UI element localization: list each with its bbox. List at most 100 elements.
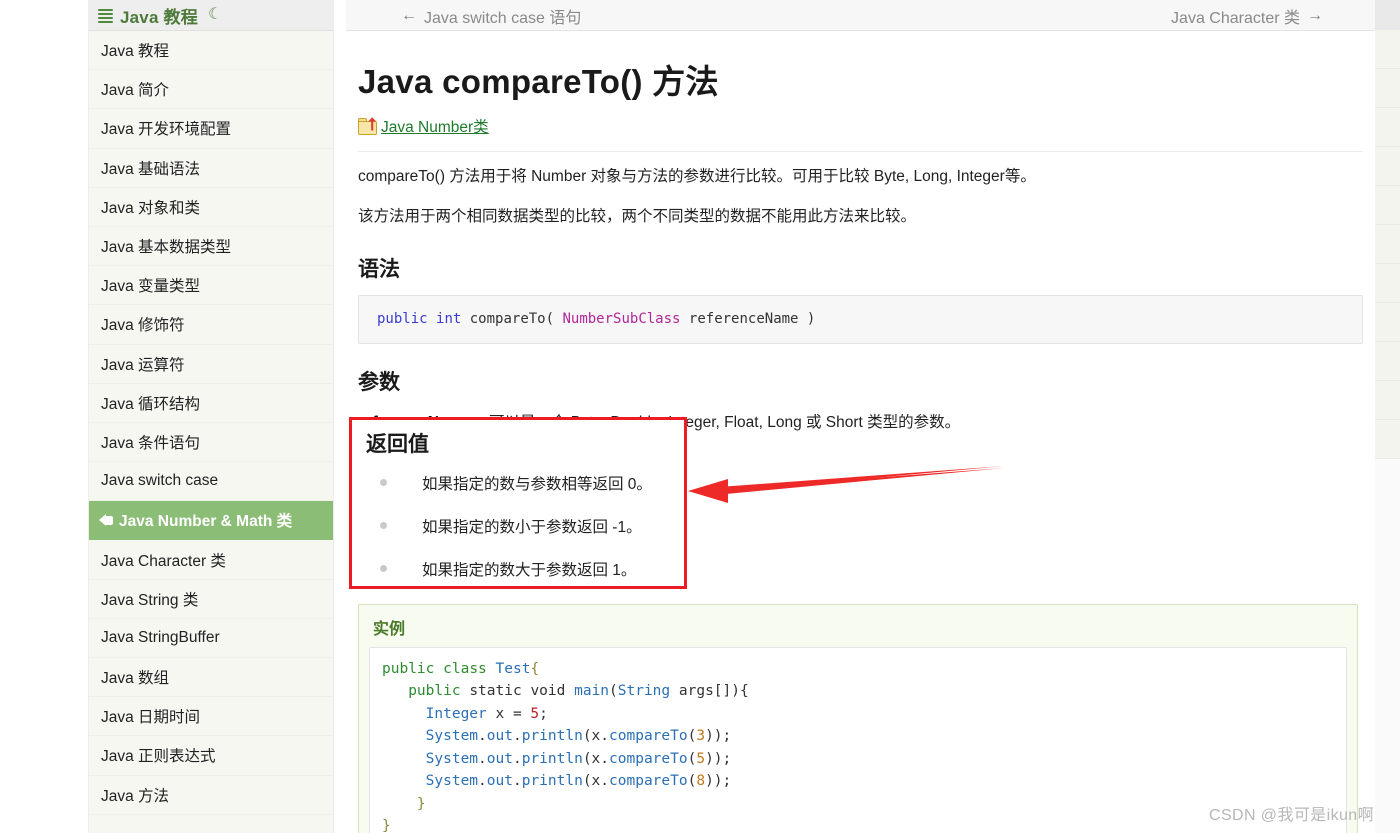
code-token: System xyxy=(425,773,479,790)
page-title: Java compareTo() 方法 xyxy=(358,63,719,100)
sidebar-nav-list: Java 教程 Java 简介 Java 开发环境配置 Java 基础语法 Java 对… xyxy=(88,31,334,833)
return-value-heading: 返回值 xyxy=(366,433,429,456)
syntax-code-block: public int compareTo( NumberSubClass ref… xyxy=(358,295,1363,344)
sidebar-item-4[interactable]: Java 对象和类 xyxy=(89,188,333,227)
code-token: void xyxy=(530,683,566,700)
sidebar-item-1[interactable]: Java 简介 xyxy=(89,70,333,110)
sidebar-item-label: Java StringBuffer xyxy=(101,628,220,646)
right-rail-row xyxy=(1375,264,1400,303)
code-token: . xyxy=(512,750,522,767)
code-token: compareTo xyxy=(609,750,688,767)
code-token: 8 xyxy=(696,773,706,790)
sidebar-item-5[interactable]: Java 基本数据类型 xyxy=(89,227,333,267)
sidebar-item-9[interactable]: Java 循环结构 xyxy=(89,384,333,423)
sidebar-item-label: Java switch case xyxy=(101,472,219,490)
code-token: . xyxy=(478,750,487,767)
sidebar-item-0[interactable]: Java 教程 xyxy=(89,31,333,71)
sidebar-item-11[interactable]: Java switch case xyxy=(89,462,333,502)
return-value-list: 如果指定的数与参数相等返回 0。 如果指定的数小于参数返回 -1。 如果指定的数大于… xyxy=(360,472,676,580)
sidebar-item-16[interactable]: Java 数组 xyxy=(89,658,333,698)
sidebar-item-14[interactable]: Java String 类 xyxy=(89,580,333,619)
sidebar-item-label: Java 运算符 xyxy=(101,356,185,374)
csdn-watermark: CSDN @我可是ikun啊 xyxy=(1209,807,1374,824)
nav-next-link[interactable]: Java Character 类 → xyxy=(1171,0,1323,31)
right-rail-row xyxy=(1375,420,1400,459)
intro-paragraph-2: 该方法用于两个相同数据类型的比较，两个不同类型的数据不能用此方法来比较。 xyxy=(358,207,917,225)
code-token: out xyxy=(486,750,513,767)
moon-icon[interactable]: ☾ xyxy=(208,7,222,23)
sidebar-header[interactable]: Java 教程 ☾ xyxy=(88,0,334,31)
sidebar-item-label: Java String 类 xyxy=(101,591,199,609)
sidebar-item-19[interactable]: Java 方法 xyxy=(89,776,333,815)
code-token: Integer xyxy=(425,705,487,722)
sidebar-item-13[interactable]: Java Character 类 xyxy=(89,540,333,580)
code-token: println xyxy=(521,750,583,767)
example-code-block: public class Test{ public static void ma… xyxy=(369,647,1347,833)
sidebar-item-17[interactable]: Java 日期时间 xyxy=(89,697,333,737)
list-icon[interactable] xyxy=(98,8,113,23)
sidebar-item-label: Java 正则表达式 xyxy=(101,748,216,766)
sidebar-item-15[interactable]: Java StringBuffer xyxy=(89,619,333,658)
sidebar-item-18[interactable]: Java 正则表达式 xyxy=(89,736,333,776)
sidebar-item-label: Java 修饰符 xyxy=(101,317,185,335)
sidebar-item-10[interactable]: Java 条件语句 xyxy=(89,423,333,463)
code-token: 3 xyxy=(696,728,706,745)
example-box: 实例 public class Test{ public static void… xyxy=(358,604,1358,833)
right-rail-row xyxy=(1375,186,1400,225)
code-token: )); xyxy=(705,750,732,767)
code-token: public xyxy=(408,683,461,700)
code-token: (x. xyxy=(582,750,610,767)
code-token: { xyxy=(530,661,540,677)
code-token: Test xyxy=(495,661,531,677)
nav-previous-link[interactable]: ← Java switch case 语句 xyxy=(401,0,581,31)
right-rail-row xyxy=(1375,381,1400,420)
code-token: System xyxy=(425,728,479,745)
code-line-3: System.out.println(x.compareTo(3)); xyxy=(382,725,1334,747)
syntax-token: referenceName ) xyxy=(680,311,816,328)
nav-next-label: Java Character 类 xyxy=(1171,9,1300,27)
sidebar-item-3[interactable]: Java 基础语法 xyxy=(89,149,333,188)
code-token: public xyxy=(382,661,435,677)
backlink-row: Java Number类 xyxy=(358,115,1363,137)
code-token: )); xyxy=(705,773,732,790)
code-token: . xyxy=(478,773,487,790)
code-token: } xyxy=(416,795,426,812)
sidebar-item-2[interactable]: Java 开发环境配置 xyxy=(89,109,333,149)
code-line-0: public class Test{ xyxy=(382,658,1334,680)
code-token: println xyxy=(521,773,583,790)
sidebar-item-7[interactable]: Java 修饰符 xyxy=(89,305,333,345)
code-token: compareTo xyxy=(609,728,688,745)
syntax-token: compareTo( xyxy=(461,311,563,328)
code-token: ( xyxy=(609,683,618,700)
code-token: args[]){ xyxy=(670,683,749,700)
code-line-1: public static void main(String args[]){ xyxy=(382,680,1334,702)
return-value-item-2: 如果指定的数大于参数返回 1。 xyxy=(378,558,676,580)
sidebar-item-8[interactable]: Java 运算符 xyxy=(89,345,333,384)
syntax-token xyxy=(428,311,436,327)
sidebar-item-6[interactable]: Java 变量类型 xyxy=(89,266,333,306)
code-token: (x. xyxy=(582,728,610,745)
sidebar-item-label: Java 教程 xyxy=(101,43,170,61)
sidebar-item-label: Java 数组 xyxy=(101,670,170,688)
backlink-java-number[interactable]: Java Number类 xyxy=(381,115,489,137)
sidebar-item-label: Java 基本数据类型 xyxy=(101,239,232,257)
code-line-2: Integer x = 5; xyxy=(382,703,1334,725)
code-token: println xyxy=(521,728,583,745)
sidebar-item-label: Java 条件语句 xyxy=(101,434,201,452)
page-root: Java 教程 ☾ Java 教程 Java 简介 Java 开发环境配置 Java … xyxy=(0,0,1400,833)
sidebar-item-12[interactable]: Java Number & Math 类 xyxy=(89,501,333,541)
folder-up-icon xyxy=(358,116,379,136)
syntax-token: int xyxy=(436,311,462,328)
code-token: )); xyxy=(705,728,732,745)
return-value-annotated-box: 返回值 如果指定的数与参数相等返回 0。 如果指定的数小于参数返回 -1。 如果指定… xyxy=(349,417,687,589)
code-token: . xyxy=(478,728,487,745)
syntax-heading: 语法 xyxy=(358,258,400,282)
